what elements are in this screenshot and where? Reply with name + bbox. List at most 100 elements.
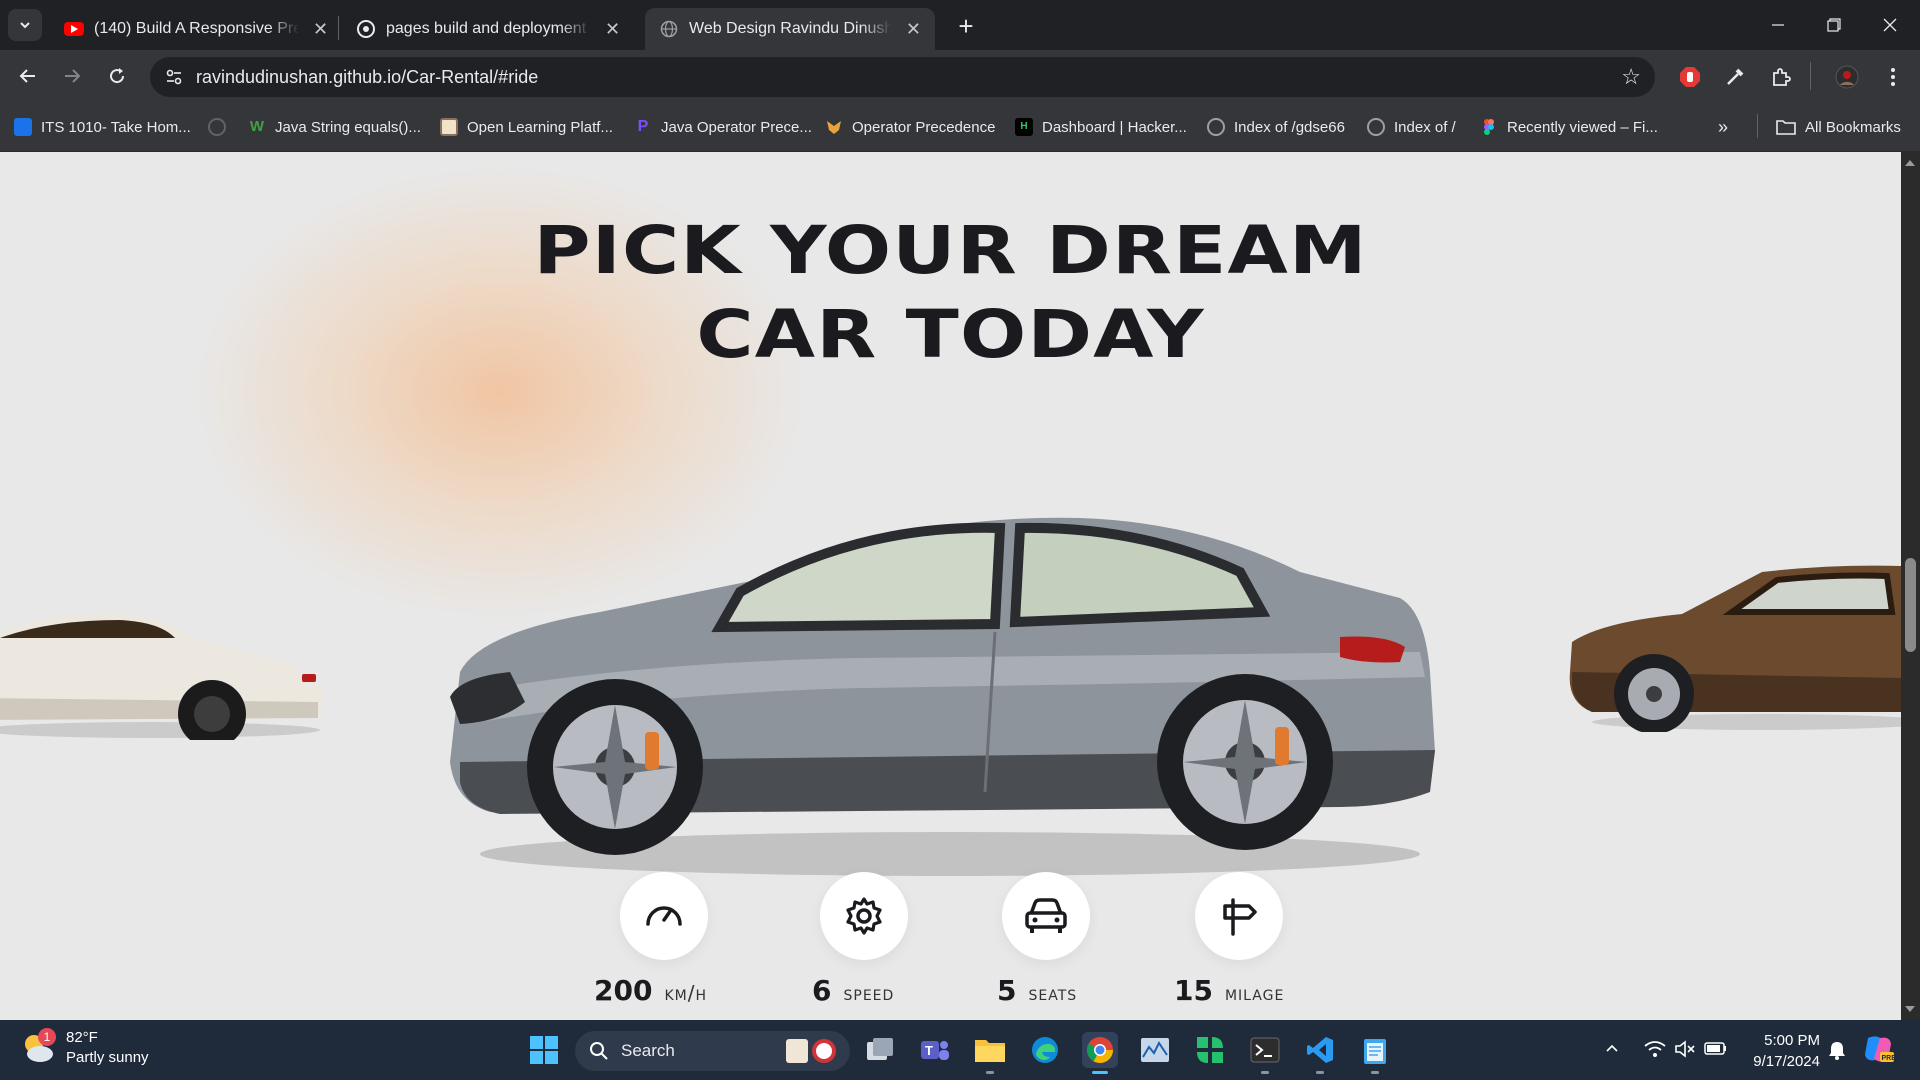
- chevron-down-icon: [20, 22, 30, 29]
- bookmark-label: Java Operator Prece...: [661, 118, 812, 136]
- reload-icon: [110, 68, 125, 84]
- page-scrollbar[interactable]: [1901, 152, 1920, 1020]
- taskbar-teams[interactable]: T: [917, 1032, 953, 1068]
- bell-icon: [1829, 1042, 1845, 1060]
- profile-avatar[interactable]: [1834, 64, 1860, 90]
- tab-strip: (140) Build A Responsive Premiu ✕ pages …: [0, 0, 1920, 50]
- windows-logo-icon: [530, 1036, 558, 1064]
- extension-color-picker[interactable]: [1722, 64, 1748, 90]
- taskbar-chrome[interactable]: [1082, 1032, 1118, 1074]
- stat-gears: 6 speed: [812, 974, 894, 1014]
- close-window-button[interactable]: [1862, 0, 1918, 50]
- extension-adblock[interactable]: [1677, 64, 1703, 90]
- start-button[interactable]: [526, 1032, 562, 1068]
- taskbar-notepad[interactable]: [1357, 1032, 1393, 1074]
- weather-badge: 1: [38, 1028, 56, 1046]
- tab-title: (140) Build A Responsive Premiu: [94, 20, 299, 37]
- bookmark-label: Dashboard | Hacker...: [1042, 118, 1187, 136]
- copilot-button[interactable]: PRE: [1862, 1034, 1894, 1064]
- restore-button[interactable]: [1806, 0, 1862, 50]
- new-tab-button[interactable]: +: [950, 10, 982, 42]
- taskbar-vscode[interactable]: [1302, 1032, 1338, 1074]
- arrow-right-icon: [65, 69, 81, 83]
- figma-icon: [1480, 118, 1498, 136]
- taskbar-app-green[interactable]: [1192, 1032, 1228, 1068]
- tab-youtube[interactable]: (140) Build A Responsive Premiu ✕: [50, 8, 342, 50]
- bookmark-star-icon[interactable]: ☆: [1621, 64, 1641, 90]
- car-image-right[interactable]: [1562, 552, 1901, 732]
- taskbar-resource-monitor[interactable]: [1137, 1032, 1173, 1068]
- tab-search-button[interactable]: [8, 9, 42, 41]
- minimize-button[interactable]: [1750, 0, 1806, 50]
- close-icon: [1883, 18, 1897, 32]
- terminal-icon: [1250, 1037, 1280, 1063]
- weather-temperature: 82°F: [66, 1029, 98, 1046]
- close-icon[interactable]: ✕: [313, 19, 328, 40]
- puzzle-icon: [1773, 68, 1791, 86]
- running-indicator: [1371, 1071, 1379, 1074]
- tab-github[interactable]: pages build and deployment · r ✕: [342, 8, 634, 50]
- all-bookmarks-button[interactable]: All Bookmarks: [1776, 116, 1901, 138]
- address-bar[interactable]: ravindudinushan.github.io/Car-Rental/#ri…: [150, 57, 1655, 97]
- taskbar-search[interactable]: Search: [575, 1031, 850, 1071]
- bookmark-label: Open Learning Platf...: [467, 118, 613, 136]
- taskbar-file-explorer[interactable]: [972, 1032, 1008, 1074]
- performance-monitor-icon: [1141, 1038, 1169, 1062]
- show-hidden-icons-button[interactable]: [1604, 1040, 1620, 1056]
- bookmark-github[interactable]: [208, 116, 235, 138]
- site-info-icon[interactable]: [164, 67, 184, 87]
- network-status[interactable]: [1644, 1040, 1666, 1058]
- car-front-icon: [1025, 898, 1067, 933]
- taskbar-terminal[interactable]: [1247, 1032, 1283, 1074]
- scrollbar-thumb[interactable]: [1905, 558, 1916, 652]
- weather-widget[interactable]: 1 82°F Partly sunny: [20, 1028, 149, 1068]
- restore-icon: [1827, 18, 1841, 32]
- bookmark-index-root[interactable]: Index of /: [1367, 116, 1456, 138]
- running-indicator: [986, 1071, 994, 1074]
- wifi-icon: [1644, 1041, 1666, 1057]
- stat-gears-icon-circle: [820, 872, 908, 960]
- back-button[interactable]: [14, 62, 42, 90]
- taskbar-edge[interactable]: [1027, 1032, 1063, 1068]
- tab-web-design[interactable]: Web Design Ravindu Dinushan ✕: [645, 8, 935, 50]
- bookmark-hackerrank[interactable]: H Dashboard | Hacker...: [1015, 116, 1187, 138]
- task-view-icon: [867, 1038, 893, 1060]
- scroll-up-arrow-icon[interactable]: [1905, 160, 1915, 166]
- bookmarks-bar: ITS 1010- Take Hom... W Java String equa…: [0, 100, 1920, 152]
- car-image-main[interactable]: [440, 462, 1460, 882]
- task-view-button[interactable]: [862, 1032, 898, 1068]
- notifications-button[interactable]: [1828, 1040, 1846, 1060]
- car-image-left[interactable]: [0, 590, 340, 740]
- weather-description: Partly sunny: [66, 1049, 149, 1066]
- browser-menu-button[interactable]: [1880, 64, 1906, 90]
- stat-unit: seats: [1028, 981, 1078, 1005]
- bookmark-its1010[interactable]: ITS 1010- Take Hom...: [14, 116, 191, 138]
- forward-button[interactable]: [58, 62, 86, 90]
- bookmark-java-operator[interactable]: P Java Operator Prece...: [634, 116, 812, 138]
- hand-stop-icon: [1680, 67, 1700, 87]
- battery-status[interactable]: [1704, 1040, 1728, 1056]
- stat-value: 6: [812, 974, 832, 1007]
- windows-taskbar: 1 82°F Partly sunny Search T 5:00 PM 9/1…: [0, 1020, 1920, 1080]
- reload-button[interactable]: [103, 62, 131, 90]
- vscode-icon: [1307, 1037, 1333, 1063]
- extensions-button[interactable]: [1768, 64, 1794, 90]
- scroll-down-arrow-icon[interactable]: [1905, 1006, 1915, 1012]
- page-content: PICK YOUR DREAM CAR TODAY 200 km/h 6 spe…: [0, 152, 1901, 1020]
- volume-status[interactable]: [1674, 1040, 1696, 1058]
- avatar-icon: [1835, 65, 1859, 89]
- bookmark-figma[interactable]: Recently viewed – Fi...: [1480, 116, 1658, 138]
- stat-unit: speed: [843, 981, 895, 1005]
- close-icon[interactable]: ✕: [605, 19, 620, 40]
- bookmark-open-learning[interactable]: Open Learning Platf...: [440, 116, 613, 138]
- system-clock[interactable]: 5:00 PM 9/17/2024: [1740, 1030, 1820, 1072]
- bookmarks-overflow-button[interactable]: »: [1718, 116, 1728, 138]
- bookmark-operator-precedence[interactable]: Operator Precedence: [825, 116, 995, 138]
- more-vertical-icon: [1891, 68, 1895, 86]
- bookmark-java-string-equals[interactable]: W Java String equals()...: [248, 116, 421, 138]
- search-highlight-icon: [786, 1039, 836, 1063]
- close-icon[interactable]: ✕: [906, 19, 921, 40]
- clock-date: 9/17/2024: [1753, 1053, 1820, 1070]
- bookmark-index-gdse66[interactable]: Index of /gdse66: [1207, 116, 1345, 138]
- bookmark-label: Java String equals()...: [275, 118, 421, 136]
